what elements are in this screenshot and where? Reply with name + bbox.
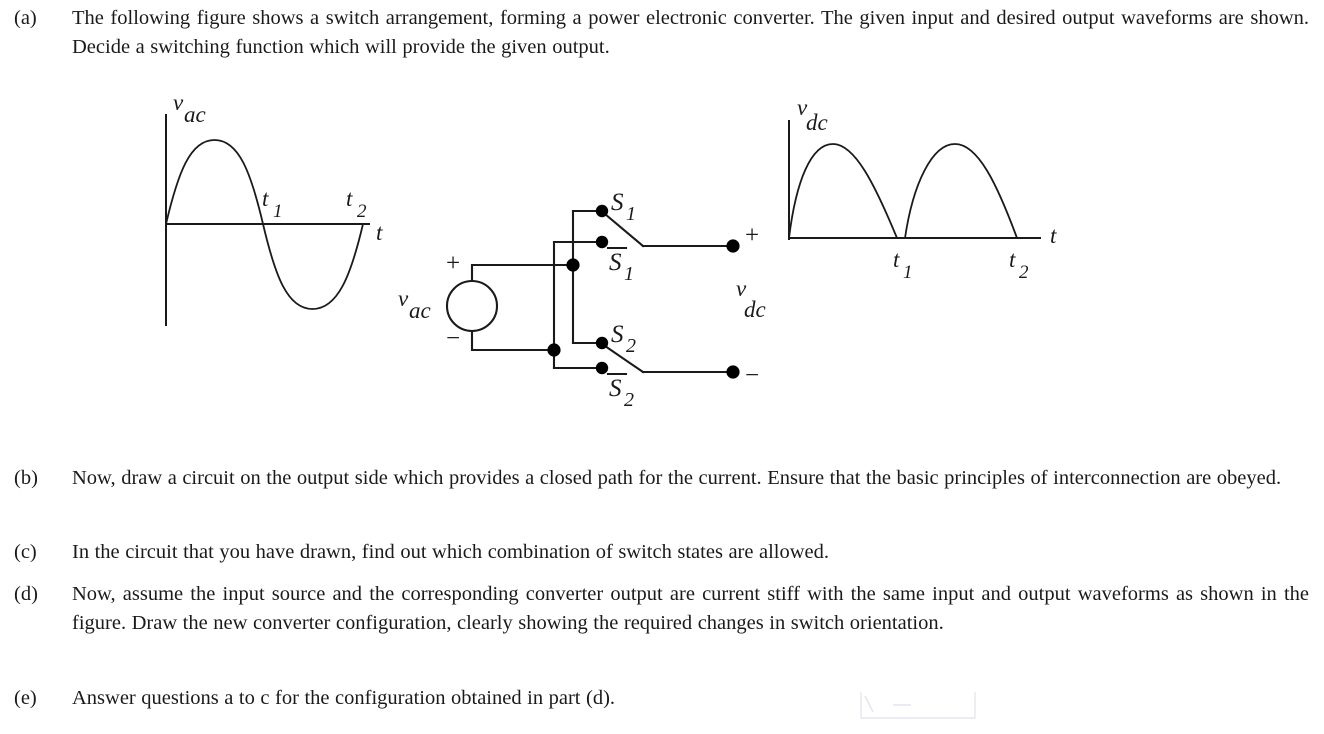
input-plot-y-label-main: v: [173, 90, 184, 115]
input-waveform-plot: v ac t t 1 t 2: [165, 90, 383, 326]
output-minus-sign: −: [745, 362, 759, 389]
source-plus-sign: +: [446, 250, 460, 277]
question-item-b: (b) Now, draw a circuit on the output si…: [14, 464, 1310, 493]
switch-label-s2bar-sub: 2: [624, 389, 634, 411]
switch-label-s1-main: S: [611, 189, 624, 216]
source-minus-sign: −: [446, 325, 460, 352]
question-text-d: Now, assume the input source and the cor…: [72, 583, 1309, 634]
output-waveform-plot: v dc t t 1 t 2: [788, 95, 1057, 283]
source-negative-lead: [470, 329, 556, 352]
switch-label-s2bar-main: S: [609, 375, 622, 402]
node-s2bar-contact: [595, 361, 609, 375]
node-rail-junction-negative: [547, 343, 561, 357]
switch-label-s1bar-sub: 1: [624, 263, 634, 285]
input-plot-tick-t2-main: t: [346, 186, 353, 211]
question-label-c: (c): [14, 541, 37, 563]
question-text-c: In the circuit that you have drawn, find…: [72, 541, 830, 563]
node-output-negative: [726, 365, 740, 379]
input-plot-tick-t1-sub: 1: [273, 201, 283, 222]
input-plot-y-label-sub: ac: [184, 102, 206, 127]
node-output-positive: [726, 239, 740, 253]
switch-label-s1-sub: 1: [626, 203, 636, 225]
switch-label-s2-main: S: [611, 321, 624, 348]
node-s1-contact: [595, 204, 609, 218]
converter-figure: .wire { stroke:#1a1a1a; stroke-width:2.1…: [0, 78, 1324, 428]
question-label-d: (d): [14, 583, 38, 605]
output-plus-sign: +: [745, 222, 759, 249]
switch-s2-arm: [603, 344, 645, 374]
question-text-a: The following figure shows a switch arra…: [72, 7, 1309, 58]
output-plot-tick-t2-main: t: [1009, 247, 1016, 272]
question-label-b: (b): [14, 467, 38, 489]
source-label-main: v: [398, 286, 409, 311]
node-s1bar-contact: [595, 235, 609, 249]
output-plot-x-label: t: [1050, 223, 1057, 248]
converter-circuit: + − v ac S 1 S 1 S 2 S 2 + − v dc: [398, 189, 766, 411]
source-label-sub: ac: [409, 298, 431, 323]
switch-label-s2-sub: 2: [626, 335, 636, 357]
source-positive-lead: [470, 263, 575, 283]
question-text-e: Answer questions a to c for the configur…: [72, 687, 616, 709]
node-s2-contact: [595, 336, 609, 350]
problem-page: (a) The following figure shows a switch …: [0, 0, 1324, 734]
question-item-a: (a) The following figure shows a switch …: [14, 4, 1310, 62]
question-label-a: (a): [14, 7, 37, 29]
output-plot-tick-t1-main: t: [893, 247, 900, 272]
question-item-c: (c) In the circuit that you have drawn, …: [14, 538, 1310, 567]
input-plot-x-label: t: [376, 220, 383, 245]
output-plot-tick-t2-sub: 2: [1019, 262, 1029, 283]
question-text-b: Now, draw a circuit on the output side w…: [72, 467, 1282, 489]
input-plot-tick-t1-main: t: [262, 186, 269, 211]
input-plot-tick-t2-sub: 2: [357, 201, 367, 222]
output-plot-tick-t1-sub: 1: [903, 262, 913, 283]
output-rectified-curve: [788, 143, 1025, 239]
node-rail-junction-positive: [566, 258, 580, 272]
question-item-e: (e) Answer questions a to c for the conf…: [14, 684, 1310, 713]
question-label-e: (e): [14, 687, 37, 709]
output-label-sub: dc: [744, 297, 766, 322]
question-item-d: (d) Now, assume the input source and the…: [14, 580, 1310, 638]
switch-s1-arm: [603, 212, 645, 248]
ac-source-symbol: [445, 279, 499, 333]
output-plot-y-label-sub: dc: [806, 110, 828, 135]
switch-label-s1bar-main: S: [609, 249, 622, 276]
